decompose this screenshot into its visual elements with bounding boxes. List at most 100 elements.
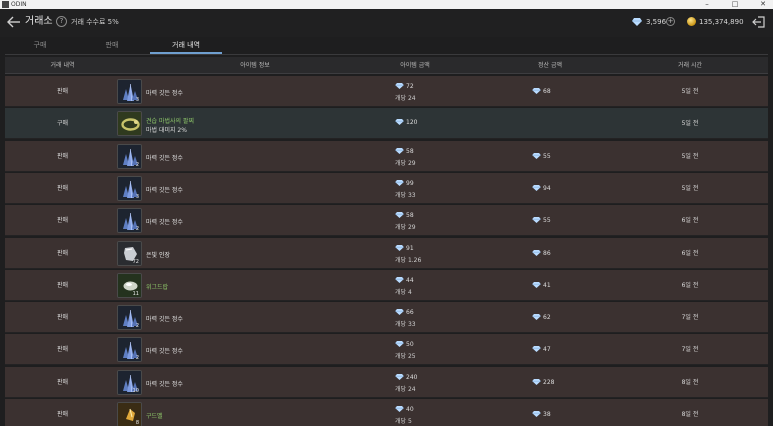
table-row[interactable]: 판매 8 구드벨 40 개당 5 38 8일 전 bbox=[5, 399, 768, 426]
item-quantity: 2 bbox=[135, 355, 139, 362]
table-row[interactable]: 판매 10 마력 깃든 정수 240 개당 24 228 8일 전 bbox=[5, 366, 768, 398]
diamond-icon bbox=[395, 83, 404, 89]
item-price-value: 58 bbox=[406, 147, 414, 155]
item-name: 마력 깃든 정수 bbox=[146, 154, 183, 162]
table-row[interactable]: 판매 11 위그드랍 44 개당 4 41 6일 전 bbox=[5, 269, 768, 301]
os-titlebar: ODIN – □ ✕ bbox=[0, 0, 773, 9]
col-header-price: 아이템 금액 bbox=[400, 62, 430, 69]
item-name: 견습 마법사의 팔찌 bbox=[146, 118, 194, 126]
item-quantity: 8 bbox=[135, 420, 139, 426]
item-price: 58 bbox=[395, 212, 414, 219]
table-row[interactable]: 판매 2 마력 깃든 정수 50 개당 25 47 7일 전 bbox=[5, 334, 768, 366]
item-name: 은빛 인장 bbox=[146, 251, 170, 259]
diamond-icon bbox=[532, 346, 541, 353]
back-arrow-icon[interactable] bbox=[6, 14, 22, 30]
transaction-time: 7일 전 bbox=[681, 346, 699, 354]
page-title: 거래소 bbox=[25, 16, 53, 27]
settlement-value: 62 bbox=[543, 314, 551, 322]
transaction-type: 판매 bbox=[56, 281, 69, 289]
settlement-amount: 38 bbox=[532, 399, 551, 426]
transaction-time: 5일 전 bbox=[681, 152, 699, 160]
item-quantity: 11 bbox=[132, 290, 139, 297]
item-option: 마법 대미지 2% bbox=[146, 127, 187, 135]
diamond-icon bbox=[532, 217, 541, 224]
table-row[interactable]: 판매 72 은빛 인장 91 개당 1.26 86 6일 전 bbox=[5, 237, 768, 269]
diamond-icon bbox=[395, 179, 404, 186]
close-icon[interactable]: ✕ bbox=[754, 0, 772, 9]
item-price: 44 bbox=[395, 276, 414, 284]
settlement-amount: 86 bbox=[532, 238, 551, 269]
diamond-icon bbox=[395, 309, 404, 316]
item-bracelet-icon bbox=[117, 111, 142, 137]
item-price-value: 44 bbox=[406, 276, 414, 284]
gold-coin-icon bbox=[687, 17, 696, 26]
settlement-amount: 62 bbox=[532, 302, 551, 333]
tab-buy[interactable]: 구매 bbox=[10, 37, 70, 55]
item-name: 위그드랍 bbox=[146, 283, 169, 291]
add-diamond-button[interactable]: + bbox=[666, 17, 675, 26]
transaction-time: 6일 전 bbox=[681, 281, 699, 289]
item-quantity: 2 bbox=[135, 323, 139, 330]
item-price-value: 40 bbox=[406, 406, 414, 413]
fee-text: 거래 수수료 5% bbox=[71, 18, 119, 26]
settlement-value: 228 bbox=[543, 378, 555, 386]
item-price: 72 bbox=[395, 83, 414, 90]
table-row[interactable]: 판매 2 마력 깃든 정수 58 개당 29 55 6일 전 bbox=[5, 205, 768, 237]
item-price: 99 bbox=[395, 179, 414, 187]
item-name: 마력 깃든 정수 bbox=[146, 219, 183, 227]
settlement-amount: 68 bbox=[532, 76, 551, 107]
minimize-icon[interactable]: – bbox=[698, 0, 716, 9]
table-row[interactable]: 구매 견습 마법사의 팔찌 마법 대미지 2% 120 5일 전 bbox=[5, 108, 768, 140]
diamond-icon bbox=[395, 212, 404, 219]
unit-price: 개당 29 bbox=[395, 224, 416, 232]
unit-price: 개당 29 bbox=[395, 159, 416, 167]
settlement-amount: 47 bbox=[532, 334, 551, 365]
settlement-value: 68 bbox=[543, 88, 551, 95]
table-row[interactable]: 판매 2 마력 깃든 정수 66 개당 33 62 7일 전 bbox=[5, 302, 768, 334]
item-price-value: 99 bbox=[406, 179, 414, 187]
item-gold-ore-icon: 8 bbox=[117, 402, 142, 426]
transaction-type: 판매 bbox=[56, 411, 69, 418]
diamond-icon bbox=[532, 184, 541, 191]
diamond-balance: 3,596 bbox=[646, 18, 667, 26]
diamond-icon bbox=[532, 314, 541, 321]
unit-price: 개당 33 bbox=[395, 321, 416, 329]
item-name: 마력 깃든 정수 bbox=[146, 380, 183, 388]
os-window-title: ODIN bbox=[11, 1, 27, 8]
diamond-icon bbox=[532, 88, 541, 94]
settlement-amount: 228 bbox=[532, 367, 554, 398]
table-row[interactable]: 판매 2 마력 깃든 정수 58 개당 29 55 5일 전 bbox=[5, 140, 768, 172]
settlement-amount: 41 bbox=[532, 270, 551, 301]
header-bar: 거래소 ? 거래 수수료 5% 3,596 + 135,374,890 bbox=[0, 9, 773, 37]
tab-history[interactable]: 거래 내역 bbox=[150, 37, 222, 55]
table-row[interactable]: 판매 3 마력 깃든 정수 72 개당 24 68 5일 전 bbox=[5, 76, 768, 107]
col-header-time: 거래 시간 bbox=[678, 62, 702, 69]
diamond-icon bbox=[532, 378, 541, 385]
diamond-icon bbox=[395, 244, 404, 251]
transaction-type: 판매 bbox=[56, 314, 69, 322]
item-ore-icon: 11 bbox=[117, 272, 142, 298]
item-price: 40 bbox=[395, 406, 414, 413]
item-price: 50 bbox=[395, 341, 414, 348]
item-crystal-icon: 2 bbox=[117, 337, 142, 363]
transaction-type: 판매 bbox=[56, 346, 69, 354]
settlement-value: 38 bbox=[543, 411, 551, 418]
item-crystal-icon: 10 bbox=[117, 369, 142, 395]
col-header-type: 거래 내역 bbox=[50, 62, 75, 69]
tab-sell[interactable]: 판매 bbox=[82, 37, 142, 55]
item-price-value: 72 bbox=[406, 83, 414, 90]
table-row[interactable]: 판매 3 마력 깃든 정수 99 개당 33 94 5일 전 bbox=[5, 172, 768, 204]
exit-icon[interactable] bbox=[752, 15, 766, 29]
transaction-type: 판매 bbox=[56, 184, 69, 192]
item-name: 마력 깃든 정수 bbox=[146, 90, 183, 97]
maximize-icon[interactable]: □ bbox=[726, 0, 744, 9]
item-name: 마력 깃든 정수 bbox=[146, 348, 183, 356]
diamond-icon bbox=[532, 281, 541, 288]
item-quantity: 10 bbox=[132, 387, 139, 394]
settlement-value: 94 bbox=[543, 184, 551, 192]
item-price-value: 120 bbox=[406, 119, 418, 127]
transaction-type: 판매 bbox=[56, 152, 69, 160]
transaction-time: 5일 전 bbox=[681, 88, 699, 95]
item-price: 58 bbox=[395, 147, 414, 155]
help-icon[interactable]: ? bbox=[56, 16, 67, 27]
